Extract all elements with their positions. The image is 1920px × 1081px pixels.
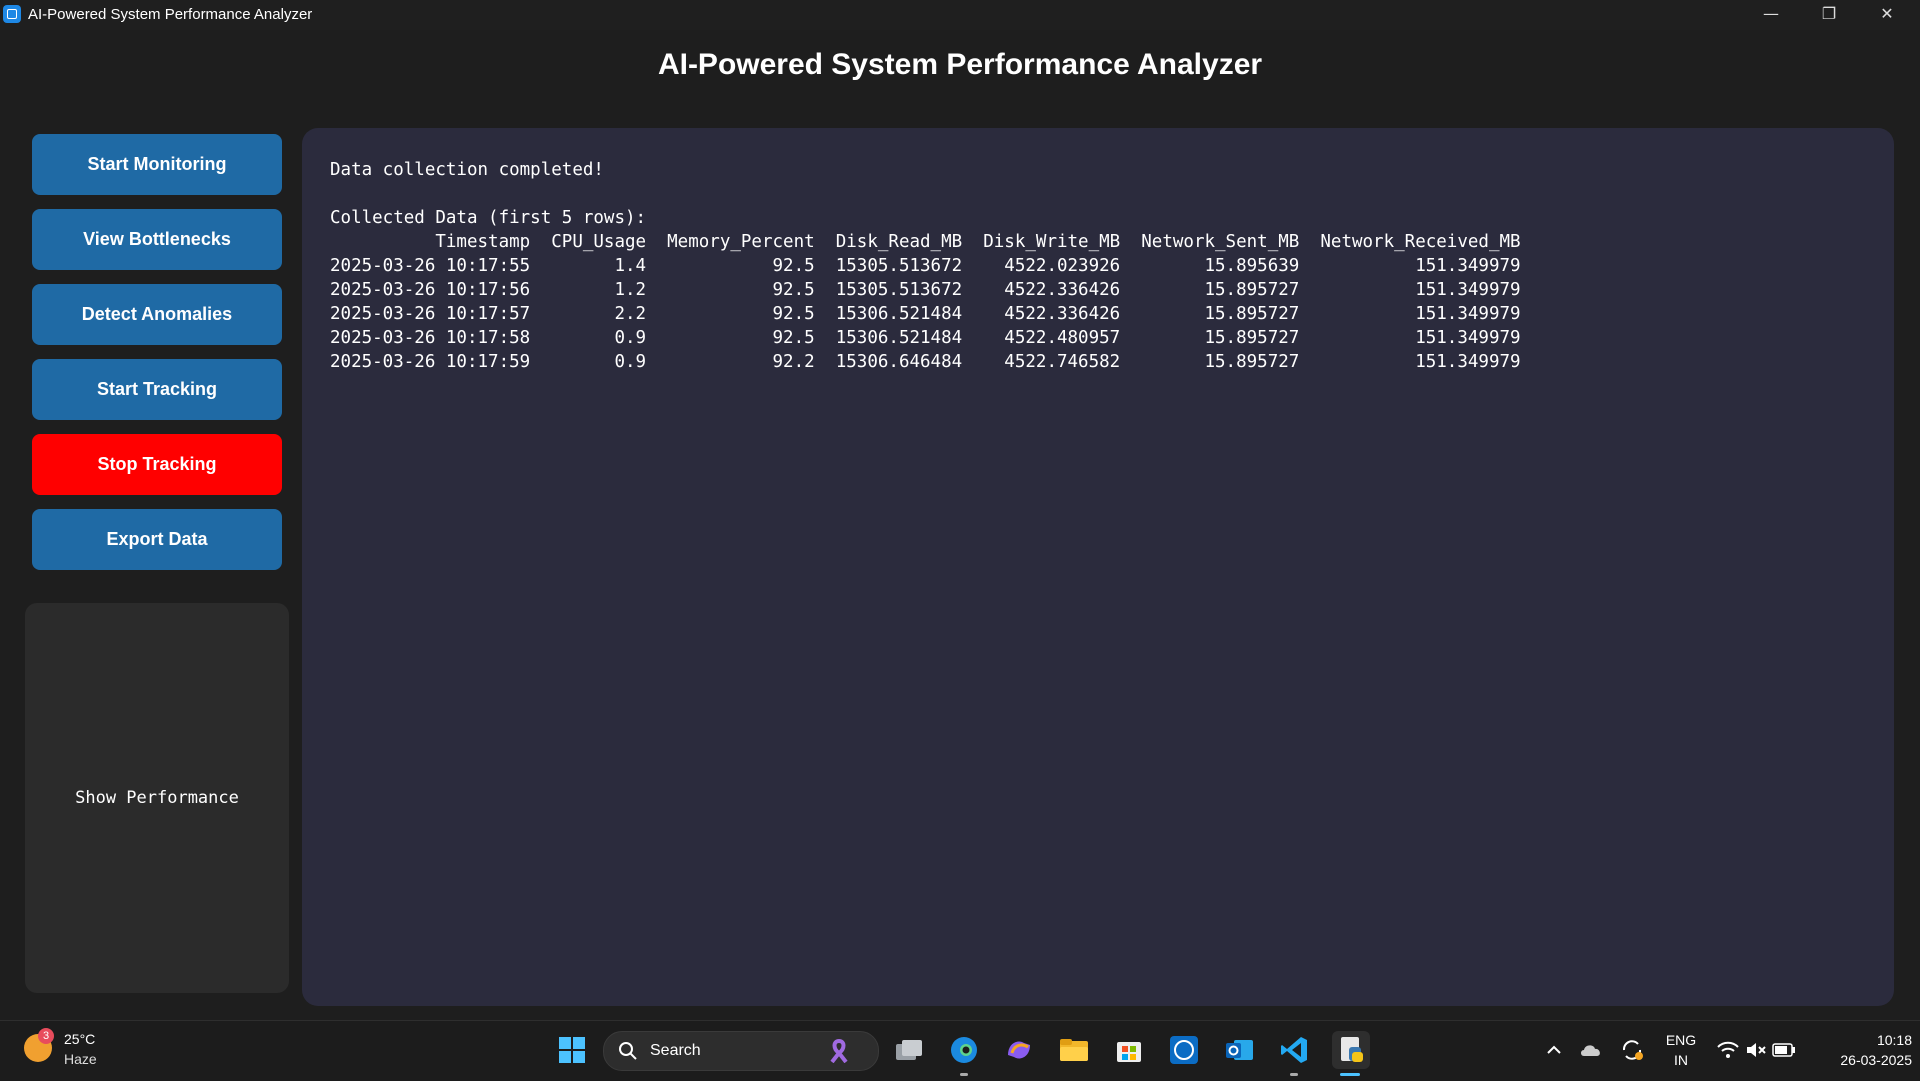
python-icon[interactable] xyxy=(1332,1031,1370,1069)
edge-running-indicator xyxy=(960,1073,968,1076)
output-log: Data collection completed! Collected Dat… xyxy=(330,158,1521,374)
file-explorer-icon[interactable] xyxy=(1058,1034,1090,1066)
detect-anomalies-button[interactable]: Detect Anomalies xyxy=(32,284,282,345)
clock-date[interactable]: 26-03-2025 xyxy=(1808,1052,1912,1068)
performance-panel[interactable]: Show Performance xyxy=(25,603,289,993)
close-button[interactable]: ✕ xyxy=(1858,0,1916,30)
input-region[interactable]: IN xyxy=(1662,1052,1700,1068)
dell-icon[interactable] xyxy=(1168,1034,1200,1066)
table-row: 2025-03-26 10:17:58 0.9 92.5 15306.52148… xyxy=(330,328,1521,348)
vscode-running-indicator xyxy=(1290,1073,1298,1076)
input-language[interactable]: ENG xyxy=(1662,1032,1700,1048)
window-title-bar: AI-Powered System Performance Analyzer —… xyxy=(0,0,1920,30)
minimize-button[interactable]: — xyxy=(1742,0,1800,30)
view-bottlenecks-button[interactable]: View Bottlenecks xyxy=(32,209,282,270)
table-caption: Collected Data (first 5 rows): xyxy=(330,208,647,228)
taskbar-search-box[interactable]: Search xyxy=(603,1031,879,1071)
stop-tracking-button[interactable]: Stop Tracking xyxy=(32,434,282,495)
outlook-icon[interactable] xyxy=(1223,1034,1255,1066)
output-panel: Data collection completed! Collected Dat… xyxy=(302,128,1894,1006)
battery-icon[interactable] xyxy=(1768,1034,1800,1066)
data-table: Timestamp CPU_Usage Memory_Percent Disk_… xyxy=(330,232,1521,372)
restore-button[interactable]: ❐ xyxy=(1800,0,1858,30)
app-window-icon xyxy=(3,5,21,23)
table-row: 2025-03-26 10:17:55 1.4 92.5 15305.51367… xyxy=(330,256,1521,276)
table-header: Timestamp CPU_Usage Memory_Percent Disk_… xyxy=(330,232,1521,252)
ribbon-icon xyxy=(830,1039,848,1063)
app-heading: AI-Powered System Performance Analyzer xyxy=(657,48,1263,81)
window-title: AI-Powered System Performance Analyzer xyxy=(28,6,313,23)
windows-start-icon[interactable] xyxy=(556,1034,588,1066)
table-row: 2025-03-26 10:17:56 1.2 92.5 15305.51367… xyxy=(330,280,1521,300)
copilot-icon[interactable] xyxy=(1003,1034,1035,1066)
vscode-icon[interactable] xyxy=(1278,1034,1310,1066)
table-row: 2025-03-26 10:17:59 0.9 92.2 15306.64648… xyxy=(330,352,1521,372)
onedrive-icon[interactable] xyxy=(1576,1034,1608,1066)
weather-condition[interactable]: Haze xyxy=(64,1051,97,1067)
start-monitoring-button[interactable]: Start Monitoring xyxy=(32,134,282,195)
export-data-button[interactable]: Export Data xyxy=(32,509,282,570)
edge-icon[interactable] xyxy=(948,1034,980,1066)
sync-icon[interactable] xyxy=(1616,1034,1648,1066)
python-active-indicator xyxy=(1340,1073,1360,1076)
weather-badge: 3 xyxy=(38,1028,54,1044)
weather-temperature[interactable]: 25°C xyxy=(64,1031,95,1047)
start-tracking-button[interactable]: Start Tracking xyxy=(32,359,282,420)
clock-time[interactable]: 10:18 xyxy=(1808,1032,1912,1048)
task-view-icon[interactable] xyxy=(893,1034,925,1066)
chevron-up-icon[interactable] xyxy=(1538,1034,1570,1066)
status-message: Data collection completed! xyxy=(330,160,604,180)
table-row: 2025-03-26 10:17:57 2.2 92.5 15306.52148… xyxy=(330,304,1521,324)
search-icon xyxy=(619,1042,637,1060)
search-label: Search xyxy=(650,1042,701,1059)
show-performance-label: Show Performance xyxy=(75,788,239,808)
store-icon[interactable] xyxy=(1113,1034,1145,1066)
